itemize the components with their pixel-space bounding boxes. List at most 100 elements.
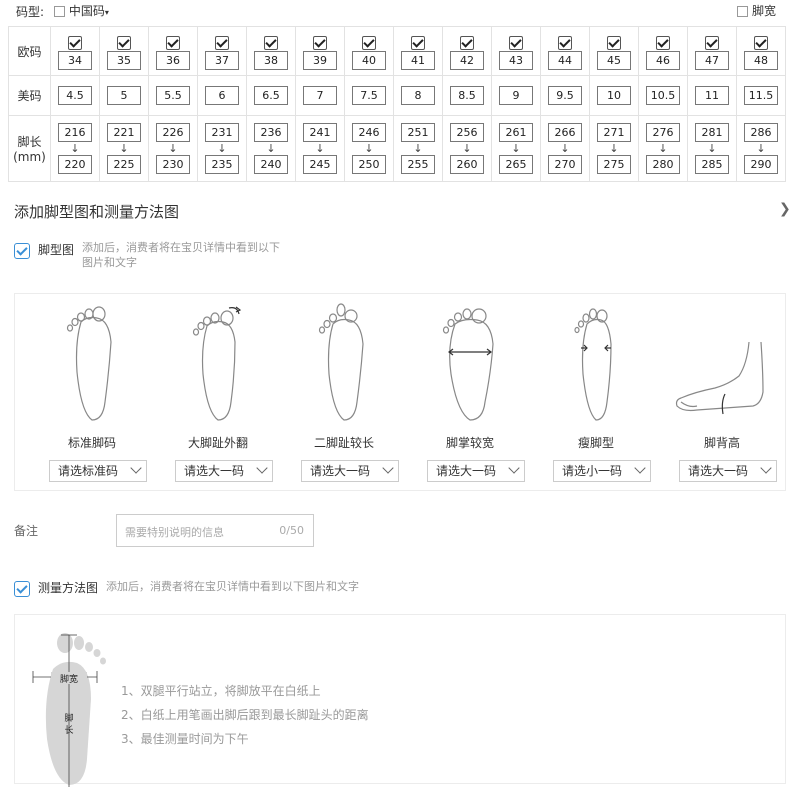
foot-size-select[interactable]: 请选大一码 [679, 460, 777, 482]
eu-size-input[interactable]: 46 [646, 50, 680, 70]
measure-method-checkbox[interactable] [14, 581, 30, 597]
china-size-select[interactable]: 中国码▾ [54, 2, 109, 19]
us-size-input[interactable]: 4.5 [58, 86, 92, 105]
eu-size-cell: 40 [344, 26, 394, 76]
eu-size-input[interactable]: 42 [450, 50, 484, 70]
us-size-input[interactable]: 9 [499, 86, 533, 105]
eu-size-input[interactable]: 40 [352, 50, 386, 70]
foot-size-select[interactable]: 请选小一码 [553, 460, 651, 482]
length-from-input[interactable]: 221 [107, 123, 141, 142]
length-from-input[interactable]: 246 [352, 123, 386, 142]
eu-size-input[interactable]: 38 [254, 50, 288, 70]
eu-size-cell: 37 [197, 26, 247, 76]
size-checkbox[interactable] [607, 35, 621, 50]
length-from-input[interactable]: 241 [303, 123, 337, 142]
length-from-input[interactable]: 276 [646, 123, 680, 142]
size-checkbox[interactable] [117, 35, 131, 50]
us-size-input[interactable]: 11 [695, 86, 729, 105]
eu-size-input[interactable]: 34 [58, 50, 92, 70]
eu-size-input[interactable]: 35 [107, 50, 141, 70]
length-from-input[interactable]: 236 [254, 123, 288, 142]
length-to-input[interactable]: 255 [401, 155, 435, 174]
length-to-input[interactable]: 230 [156, 155, 190, 174]
length-from-input[interactable]: 266 [548, 123, 582, 142]
size-checkbox[interactable] [509, 35, 523, 50]
length-from-input[interactable]: 281 [695, 123, 729, 142]
china-size-checkbox[interactable] [54, 6, 65, 17]
length-from-input[interactable]: 271 [597, 123, 631, 142]
eu-size-input[interactable]: 41 [401, 50, 435, 70]
length-to-input[interactable]: 265 [499, 155, 533, 174]
length-from-input[interactable]: 286 [744, 123, 778, 142]
us-size-input[interactable]: 5.5 [156, 86, 190, 105]
eu-size-input[interactable]: 44 [548, 50, 582, 70]
size-checkbox[interactable] [166, 35, 180, 50]
us-size-input[interactable]: 10.5 [646, 86, 680, 105]
us-size-input[interactable]: 7.5 [352, 86, 386, 105]
length-from-input[interactable]: 251 [401, 123, 435, 142]
down-arrow-icon: ↓ [707, 142, 717, 155]
length-to-input[interactable]: 220 [58, 155, 92, 174]
length-from-input[interactable]: 216 [58, 123, 92, 142]
length-to-input[interactable]: 260 [450, 155, 484, 174]
foot-size-select[interactable]: 请选标准码 [49, 460, 147, 482]
length-from-input[interactable]: 231 [205, 123, 239, 142]
eu-size-input[interactable]: 43 [499, 50, 533, 70]
foot-size-select[interactable]: 请选大一码 [175, 460, 273, 482]
eu-size-input[interactable]: 48 [744, 50, 778, 70]
foot-type-desc-line1: 添加后，消费者将在宝贝详情中看到以下 [82, 241, 280, 254]
size-checkbox[interactable] [705, 35, 719, 50]
us-size-cell: 7 [295, 75, 345, 116]
size-checkbox[interactable] [656, 35, 670, 50]
size-checkbox[interactable] [68, 35, 82, 50]
size-checkbox[interactable] [460, 35, 474, 50]
length-to-input[interactable]: 240 [254, 155, 288, 174]
length-to-input[interactable]: 245 [303, 155, 337, 174]
us-size-input[interactable]: 8.5 [450, 86, 484, 105]
length-from-input[interactable]: 261 [499, 123, 533, 142]
eu-size-input[interactable]: 36 [156, 50, 190, 70]
size-checkbox[interactable] [411, 35, 425, 50]
us-size-input[interactable]: 7 [303, 86, 337, 105]
foot-length-cell: 276 ↓ 280 [638, 115, 688, 182]
eu-size-input[interactable]: 39 [303, 50, 337, 70]
size-checkbox[interactable] [215, 35, 229, 50]
foot-size-select[interactable]: 请选大一码 [301, 460, 399, 482]
foot-type-name: 瘦脚型 [577, 436, 614, 450]
down-arrow-icon: ↓ [70, 142, 80, 155]
size-checkbox[interactable] [558, 35, 572, 50]
length-to-input[interactable]: 250 [352, 155, 386, 174]
wide-foot-option[interactable]: 脚宽 [737, 2, 776, 19]
length-to-input[interactable]: 225 [107, 155, 141, 174]
us-size-input[interactable]: 5 [107, 86, 141, 105]
size-checkbox[interactable] [754, 35, 768, 50]
us-size-input[interactable]: 6.5 [254, 86, 288, 105]
length-from-input[interactable]: 226 [156, 123, 190, 142]
foot-type-checkbox[interactable] [14, 243, 30, 259]
us-size-input[interactable]: 10 [597, 86, 631, 105]
close-icon[interactable]: ❯ [779, 201, 790, 217]
us-size-input[interactable]: 8 [401, 86, 435, 105]
size-checkbox[interactable] [313, 35, 327, 50]
length-to-input[interactable]: 275 [597, 155, 631, 174]
eu-size-input[interactable]: 37 [205, 50, 239, 70]
eu-size-input[interactable]: 47 [695, 50, 729, 70]
length-to-input[interactable]: 280 [646, 155, 680, 174]
note-input[interactable]: 需要特别说明的信息 0/50 [116, 514, 314, 547]
us-size-input[interactable]: 9.5 [548, 86, 582, 105]
length-to-input[interactable]: 235 [205, 155, 239, 174]
us-size-input[interactable]: 11.5 [744, 86, 778, 105]
length-to-input[interactable]: 290 [744, 155, 778, 174]
size-checkbox[interactable] [264, 35, 278, 50]
size-checkbox[interactable] [362, 35, 376, 50]
chevron-down-icon [760, 462, 772, 474]
length-to-input[interactable]: 285 [695, 155, 729, 174]
eu-size-input[interactable]: 45 [597, 50, 631, 70]
wide-foot-checkbox[interactable] [737, 6, 749, 17]
note-label: 备注 [14, 524, 39, 538]
foot-size-select[interactable]: 请选大一码 [427, 460, 525, 482]
us-size-input[interactable]: 6 [205, 86, 239, 105]
us-size-cell: 8.5 [442, 75, 492, 116]
length-from-input[interactable]: 256 [450, 123, 484, 142]
length-to-input[interactable]: 270 [548, 155, 582, 174]
